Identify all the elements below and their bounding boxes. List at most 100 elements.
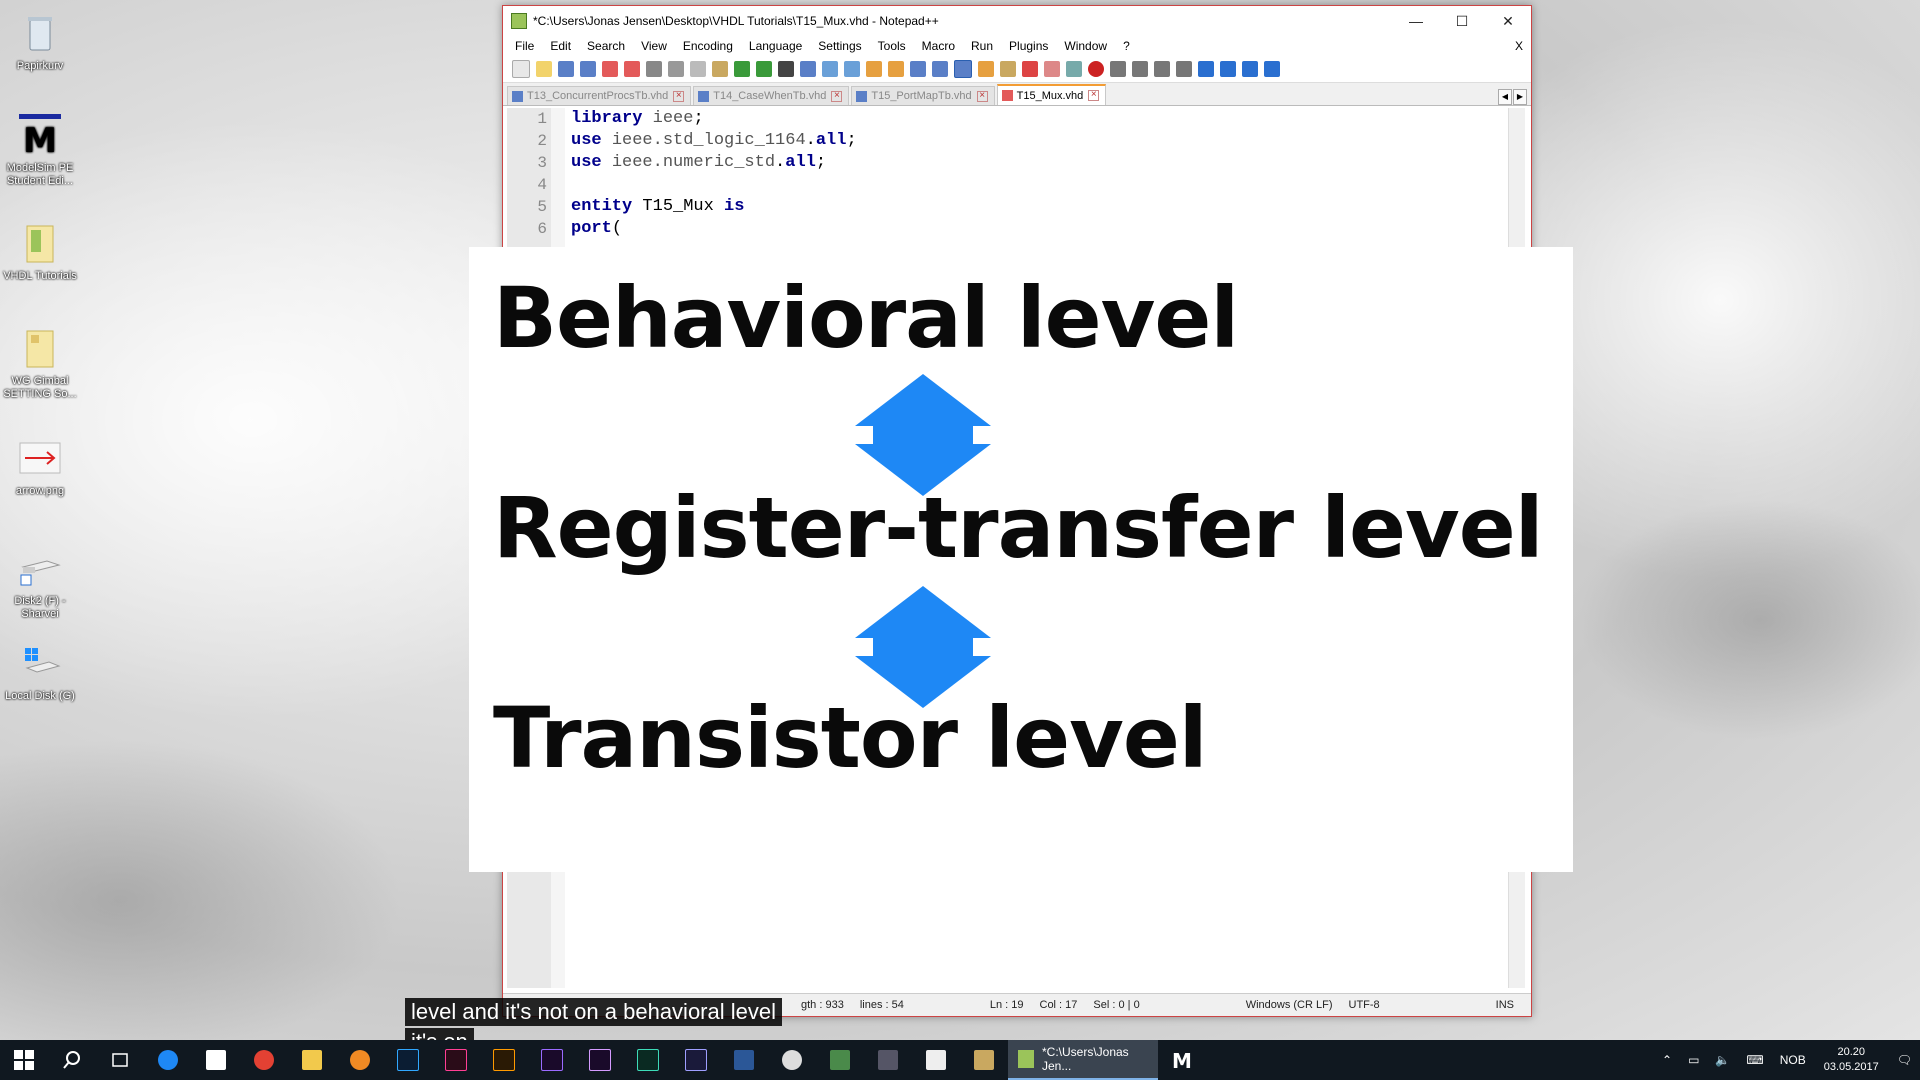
- desktop-icon-recycle-bin[interactable]: Papirkurv: [0, 10, 80, 73]
- menu-view[interactable]: View: [633, 39, 675, 53]
- redo-icon[interactable]: [756, 61, 772, 77]
- taskbar-audition[interactable]: [624, 1040, 672, 1080]
- word-wrap-icon[interactable]: [910, 61, 926, 77]
- desktop-icon-arrow-png[interactable]: arrow.png: [0, 435, 80, 498]
- chevron-up-icon[interactable]: ⌃: [1654, 1053, 1680, 1067]
- close-document-button[interactable]: X: [1515, 39, 1523, 53]
- playback-icon[interactable]: [1132, 61, 1148, 77]
- tab-t15-mux[interactable]: T15_Mux.vhd ×: [996, 84, 1107, 105]
- taskbar-running-notepad[interactable]: *C:\Users\Jonas Jen...: [1008, 1040, 1158, 1080]
- desktop-icon-vhdl-tutorials[interactable]: VHDL Tutorials: [0, 220, 80, 283]
- desktop-icon-modelsim[interactable]: M ModelSim PE Student Edi...: [0, 112, 80, 188]
- task-view-button[interactable]: [96, 1040, 144, 1080]
- folder-as-workspace-icon[interactable]: [1044, 61, 1060, 77]
- taskbar-app-1[interactable]: [816, 1040, 864, 1080]
- show-all-chars-icon[interactable]: [932, 61, 948, 77]
- copy-icon[interactable]: [690, 61, 706, 77]
- new-file-icon[interactable]: [512, 60, 530, 78]
- network-icon[interactable]: ▭: [1680, 1053, 1707, 1067]
- open-file-icon[interactable]: [536, 61, 552, 77]
- taskbar-app-3[interactable]: [912, 1040, 960, 1080]
- menu-edit[interactable]: Edit: [542, 39, 579, 53]
- save-macro-icon[interactable]: [1176, 61, 1192, 77]
- save-icon[interactable]: [558, 61, 574, 77]
- notifications-icon[interactable]: 🗨: [1889, 1053, 1920, 1067]
- taskbar-photoshop[interactable]: [384, 1040, 432, 1080]
- close-button[interactable]: ✕: [1485, 6, 1531, 36]
- menu-plugins[interactable]: Plugins: [1001, 39, 1056, 53]
- close-tab-icon[interactable]: ×: [976, 90, 988, 102]
- maximize-button[interactable]: ☐: [1439, 6, 1485, 36]
- user-language-icon[interactable]: [978, 61, 994, 77]
- run-macro-multiple-icon[interactable]: [1154, 61, 1170, 77]
- close-all-icon[interactable]: [624, 61, 640, 77]
- undo-icon[interactable]: [734, 61, 750, 77]
- close-tab-icon[interactable]: ×: [831, 90, 843, 102]
- search-button[interactable]: [48, 1040, 96, 1080]
- save-all-icon[interactable]: [580, 61, 596, 77]
- start-button[interactable]: [0, 1040, 48, 1080]
- zoom-in-icon[interactable]: [822, 61, 838, 77]
- menu-search[interactable]: Search: [579, 39, 633, 53]
- clock[interactable]: 20.20 03.05.2017: [1814, 1045, 1889, 1075]
- desktop-icon-local-disk[interactable]: Local Disk (G): [0, 640, 80, 703]
- tab-t14[interactable]: T14_CaseWhenTb.vhd ×: [693, 86, 850, 105]
- taskbar-media-encoder[interactable]: [672, 1040, 720, 1080]
- sync-horizontal-icon[interactable]: [888, 61, 904, 77]
- close-tab-icon[interactable]: ×: [1088, 90, 1100, 101]
- cut-icon[interactable]: [668, 61, 684, 77]
- title-bar[interactable]: *C:\Users\Jonas Jensen\Desktop\VHDL Tuto…: [503, 6, 1531, 36]
- tab-scroll-left-icon[interactable]: ◀: [1498, 89, 1512, 105]
- doc-map-icon[interactable]: [1000, 61, 1016, 77]
- desktop-icon-disk2[interactable]: Disk2 (F) - Sharvei: [0, 545, 80, 621]
- find-icon[interactable]: [778, 61, 794, 77]
- volume-icon[interactable]: 🔈: [1707, 1053, 1738, 1067]
- print-icon[interactable]: [646, 61, 662, 77]
- input-language[interactable]: NOB: [1772, 1053, 1814, 1067]
- zoom-out-icon[interactable]: [844, 61, 860, 77]
- taskbar-chat[interactable]: [768, 1040, 816, 1080]
- minimize-button[interactable]: —: [1393, 6, 1439, 36]
- monitoring-icon[interactable]: [1066, 61, 1082, 77]
- menu-window[interactable]: Window: [1056, 39, 1115, 53]
- menu-run[interactable]: Run: [963, 39, 1001, 53]
- taskbar-edge[interactable]: [144, 1040, 192, 1080]
- taskbar-after-effects[interactable]: [576, 1040, 624, 1080]
- collapse-icon[interactable]: [1198, 61, 1214, 77]
- taskbar-indesign[interactable]: [432, 1040, 480, 1080]
- taskbar-store[interactable]: [192, 1040, 240, 1080]
- menu-tools[interactable]: Tools: [870, 39, 914, 53]
- taskbar-premiere[interactable]: [528, 1040, 576, 1080]
- indent-guide-icon[interactable]: [954, 60, 972, 78]
- taskbar-chrome[interactable]: [240, 1040, 288, 1080]
- tab-scroll-right-icon[interactable]: ▶: [1513, 89, 1527, 105]
- expand-icon[interactable]: [1264, 61, 1280, 77]
- replace-icon[interactable]: [800, 61, 816, 77]
- menu-file[interactable]: File: [507, 39, 542, 53]
- menu-macro[interactable]: Macro: [914, 39, 963, 53]
- move-down-icon[interactable]: [1242, 61, 1258, 77]
- taskbar-app-2[interactable]: [864, 1040, 912, 1080]
- record-macro-icon[interactable]: [1088, 61, 1104, 77]
- taskbar-modelsim[interactable]: M: [1158, 1040, 1206, 1080]
- taskbar-word[interactable]: [720, 1040, 768, 1080]
- tab-t13[interactable]: T13_ConcurrentProcsTb.vhd ×: [507, 86, 692, 105]
- close-tab-icon[interactable]: ×: [673, 90, 685, 102]
- close-file-icon[interactable]: [602, 61, 618, 77]
- function-list-icon[interactable]: [1022, 61, 1038, 77]
- desktop-icon-wg-gimbal[interactable]: WG Gimbal SETTING So...: [0, 325, 80, 401]
- menu-settings[interactable]: Settings: [810, 39, 869, 53]
- paste-icon[interactable]: [712, 61, 728, 77]
- tab-t15-portmap[interactable]: T15_PortMapTb.vhd ×: [851, 86, 995, 105]
- menu-help[interactable]: ?: [1115, 39, 1138, 53]
- stop-recording-icon[interactable]: [1110, 61, 1126, 77]
- move-up-icon[interactable]: [1220, 61, 1236, 77]
- taskbar-app-4[interactable]: [960, 1040, 1008, 1080]
- keyboard-icon[interactable]: ⌨: [1738, 1053, 1771, 1067]
- taskbar-explorer[interactable]: [288, 1040, 336, 1080]
- menu-language[interactable]: Language: [741, 39, 810, 53]
- sync-vertical-icon[interactable]: [866, 61, 882, 77]
- taskbar-illustrator[interactable]: [480, 1040, 528, 1080]
- menu-encoding[interactable]: Encoding: [675, 39, 741, 53]
- taskbar-firefox[interactable]: [336, 1040, 384, 1080]
